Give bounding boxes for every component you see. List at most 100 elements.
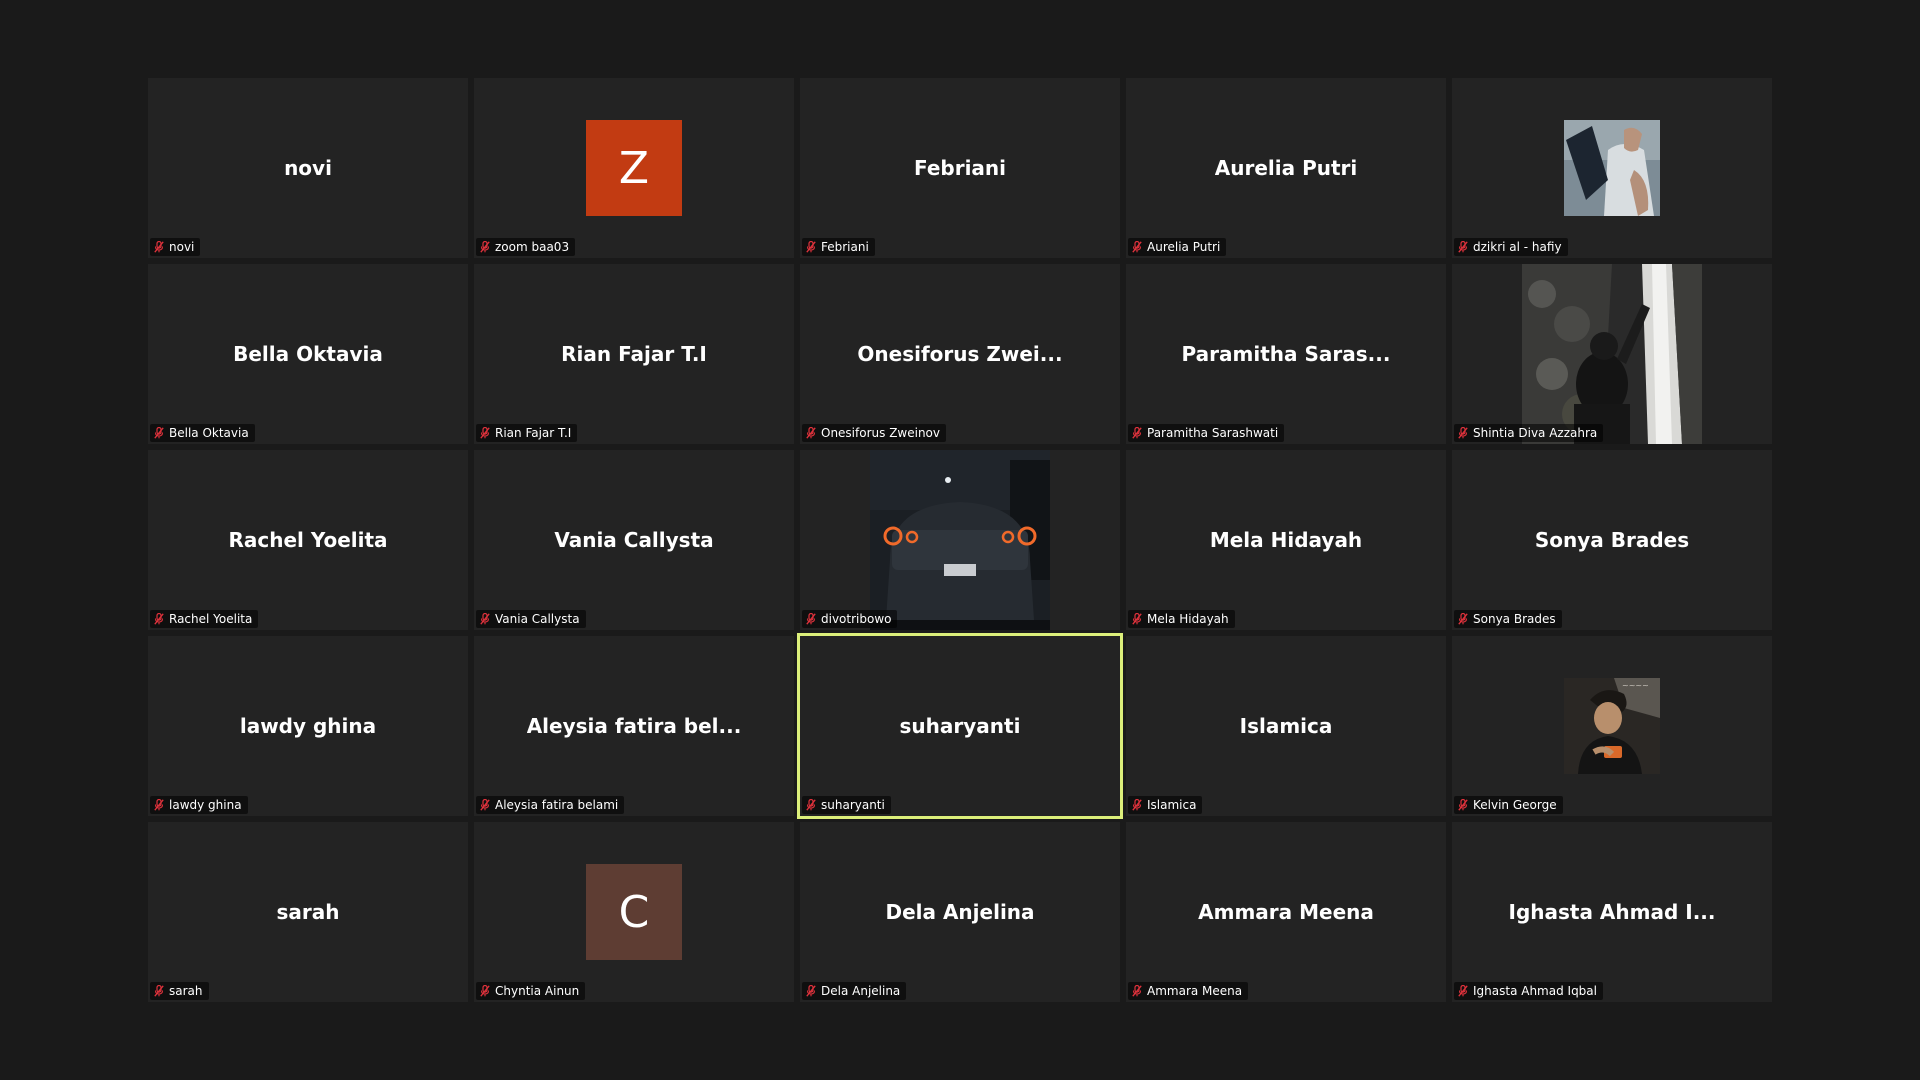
- participant-name-label: Febriani: [821, 240, 869, 254]
- participant-name-label: Aurelia Putri: [1147, 240, 1221, 254]
- participant-name-label: sarah: [169, 984, 203, 998]
- participant-display-name: lawdy ghina: [239, 714, 377, 738]
- video-feed: [1522, 264, 1702, 444]
- participant-display-name: Ammara Meena: [1198, 900, 1374, 924]
- participant-name-tag: Rian Fajar T.I: [476, 424, 578, 442]
- mic-muted-icon: [1458, 799, 1468, 811]
- participant-display-name: Rian Fajar T.I: [561, 342, 707, 366]
- participant-name-tag: Sonya Brades: [1454, 610, 1562, 628]
- participant-tile[interactable]: Bella Oktavia Bella Oktavia: [148, 264, 468, 444]
- participant-display-name: Sonya Brades: [1534, 528, 1690, 552]
- participant-name-label: Paramitha Sarashwati: [1147, 426, 1279, 440]
- participant-name-tag: Dela Anjelina: [802, 982, 907, 1000]
- participant-name-label: lawdy ghina: [169, 798, 242, 812]
- participant-tile[interactable]: Islamica Islamica: [1126, 636, 1446, 816]
- participant-name-label: Aleysia fatira belami: [495, 798, 619, 812]
- mic-muted-icon: [480, 427, 490, 439]
- mic-muted-icon: [1458, 613, 1468, 625]
- participant-tile-active-speaker[interactable]: suharyanti suharyanti: [797, 633, 1123, 819]
- participant-tile[interactable]: Mela Hidayah Mela Hidayah: [1126, 450, 1446, 630]
- participant-name-label: suharyanti: [821, 798, 885, 812]
- participant-tile[interactable]: Febriani Febriani: [800, 78, 1120, 258]
- participant-tile[interactable]: sarah sarah: [148, 822, 468, 1002]
- participant-name-tag: sarah: [150, 982, 209, 1000]
- participant-tile[interactable]: Sonya Brades Sonya Brades: [1452, 450, 1772, 630]
- participant-name-tag: Aurelia Putri: [1128, 238, 1227, 256]
- mic-muted-icon: [1132, 241, 1142, 253]
- participant-name-label: Vania Callysta: [495, 612, 580, 626]
- mic-muted-icon: [154, 241, 164, 253]
- participant-tile[interactable]: Rian Fajar T.I Rian Fajar T.I: [474, 264, 794, 444]
- participant-name-label: dzikri al - hafiy: [1473, 240, 1562, 254]
- mic-muted-icon: [154, 799, 164, 811]
- participant-display-name: Dela Anjelina: [885, 900, 1035, 924]
- mic-muted-icon: [480, 799, 490, 811]
- mic-muted-icon: [1132, 799, 1142, 811]
- participant-tile[interactable]: Ammara Meena Ammara Meena: [1126, 822, 1446, 1002]
- profile-photo: [1564, 120, 1660, 216]
- participant-tile[interactable]: C Chyntia Ainun: [474, 822, 794, 1002]
- gallery-view: novi novi Z zoom baa03 Febriani Febriani…: [148, 78, 1772, 1002]
- participant-tile[interactable]: Onesiforus Zwei... Onesiforus Zweinov: [800, 264, 1120, 444]
- participant-tile[interactable]: novi novi: [148, 78, 468, 258]
- participant-name-tag: Ighasta Ahmad Iqbal: [1454, 982, 1603, 1000]
- mic-muted-icon: [1458, 427, 1468, 439]
- participant-display-name: Paramitha Saras...: [1181, 342, 1391, 366]
- participant-name-label: Mela Hidayah: [1147, 612, 1229, 626]
- avatar: Z: [586, 120, 682, 216]
- mic-muted-icon: [154, 427, 164, 439]
- participant-name-label: Ighasta Ahmad Iqbal: [1473, 984, 1597, 998]
- participant-tile[interactable]: Vania Callysta Vania Callysta: [474, 450, 794, 630]
- participant-display-name: Onesiforus Zwei...: [857, 342, 1063, 366]
- participant-name-label: Bella Oktavia: [169, 426, 249, 440]
- participant-tile[interactable]: Aurelia Putri Aurelia Putri: [1126, 78, 1446, 258]
- mic-muted-icon: [806, 427, 816, 439]
- participant-name-tag: Febriani: [802, 238, 875, 256]
- participant-name-label: Rian Fajar T.I: [495, 426, 572, 440]
- mic-muted-icon: [806, 241, 816, 253]
- participant-name-tag: zoom baa03: [476, 238, 576, 256]
- participant-name-tag: Bella Oktavia: [150, 424, 255, 442]
- participant-display-name: Aleysia fatira bel...: [526, 714, 742, 738]
- mic-muted-icon: [154, 613, 164, 625]
- participant-tile[interactable]: Z zoom baa03: [474, 78, 794, 258]
- participant-tile[interactable]: Rachel Yoelita Rachel Yoelita: [148, 450, 468, 630]
- participant-tile[interactable]: Dela Anjelina Dela Anjelina: [800, 822, 1120, 1002]
- mic-muted-icon: [1132, 427, 1142, 439]
- mic-muted-icon: [480, 985, 490, 997]
- participant-name-label: Islamica: [1147, 798, 1197, 812]
- participant-display-name: suharyanti: [899, 714, 1021, 738]
- mic-muted-icon: [1458, 985, 1468, 997]
- participant-name-tag: Aleysia fatira belami: [476, 796, 625, 814]
- participant-name-label: zoom baa03: [495, 240, 570, 254]
- participant-name-tag: suharyanti: [802, 796, 891, 814]
- participant-name-tag: Onesiforus Zweinov: [802, 424, 946, 442]
- participant-name-label: Rachel Yoelita: [169, 612, 253, 626]
- participant-tile[interactable]: Shintia Diva Azzahra: [1452, 264, 1772, 444]
- participant-name-label: Shintia Diva Azzahra: [1473, 426, 1598, 440]
- mic-muted-icon: [1132, 985, 1142, 997]
- participant-name-tag: Mela Hidayah: [1128, 610, 1235, 628]
- participant-name-tag: Vania Callysta: [476, 610, 586, 628]
- mic-muted-icon: [806, 985, 816, 997]
- participant-name-label: divotribowo: [821, 612, 892, 626]
- participant-tile[interactable]: lawdy ghina lawdy ghina: [148, 636, 468, 816]
- participant-display-name: Islamica: [1239, 714, 1333, 738]
- participant-display-name: Ighasta Ahmad I...: [1508, 900, 1716, 924]
- mic-muted-icon: [1132, 613, 1142, 625]
- participant-tile[interactable]: divotribowo: [800, 450, 1120, 630]
- participant-name-label: Kelvin George: [1473, 798, 1557, 812]
- participant-tile[interactable]: Paramitha Saras... Paramitha Sarashwati: [1126, 264, 1446, 444]
- participant-name-tag: Paramitha Sarashwati: [1128, 424, 1285, 442]
- participant-name-tag: Islamica: [1128, 796, 1203, 814]
- participant-tile[interactable]: Aleysia fatira bel... Aleysia fatira bel…: [474, 636, 794, 816]
- participant-display-name: Rachel Yoelita: [228, 528, 388, 552]
- participant-name-label: novi: [169, 240, 195, 254]
- participant-tile[interactable]: Ighasta Ahmad I... Ighasta Ahmad Iqbal: [1452, 822, 1772, 1002]
- participant-tile[interactable]: dzikri al - hafiy: [1452, 78, 1772, 258]
- mic-muted-icon: [480, 613, 490, 625]
- mic-muted-icon: [480, 241, 490, 253]
- participant-name-tag: lawdy ghina: [150, 796, 248, 814]
- participant-tile[interactable]: ~~~~ Kelvin George: [1452, 636, 1772, 816]
- mic-muted-icon: [154, 985, 164, 997]
